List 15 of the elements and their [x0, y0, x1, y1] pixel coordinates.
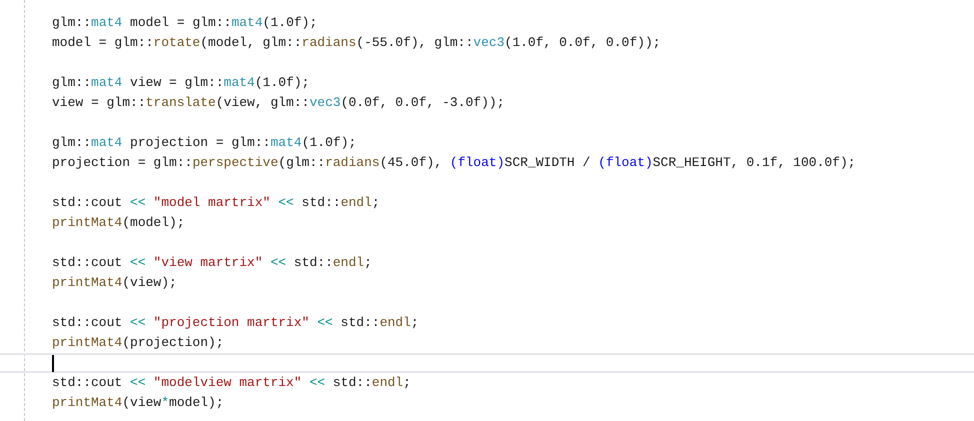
- code-line: glm::mat4 projection = glm::mat4(1.0f);: [52, 134, 356, 152]
- code-line: printMat4(model);: [52, 214, 185, 232]
- code-line: std::cout << "model martrix" << std::endl;: [52, 194, 380, 212]
- code-line: glm::mat4 view = glm::mat4(1.0f);: [52, 74, 310, 92]
- code-line: std::cout << "projection martrix" << std::endl;: [52, 314, 419, 332]
- code-line: model = glm::rotate(model, glm::radians(-55.0f), glm::vec3(1.0f, 0.0f, 0.0f));: [52, 34, 661, 52]
- code-line: std::cout << "view martrix" << std::endl;: [52, 254, 372, 272]
- code-line: projection = glm::perspective(glm::radians(45.0f), (float)SCR_WIDTH / (float)SCR_HEIGHT, 0.1f, 100.0f);: [52, 154, 856, 172]
- code-line: glm::mat4 model = glm::mat4(1.0f);: [52, 14, 318, 32]
- text-caret: [52, 354, 54, 372]
- code-line: printMat4(projection);: [52, 334, 224, 352]
- code-line: view = glm::translate(view, glm::vec3(0.0f, 0.0f, -3.0f));: [52, 94, 505, 112]
- code-line: printMat4(view*model);: [52, 394, 224, 412]
- code-line: printMat4(view);: [52, 274, 177, 292]
- code-line: std::cout << "modelview martrix" << std::endl;: [52, 374, 411, 392]
